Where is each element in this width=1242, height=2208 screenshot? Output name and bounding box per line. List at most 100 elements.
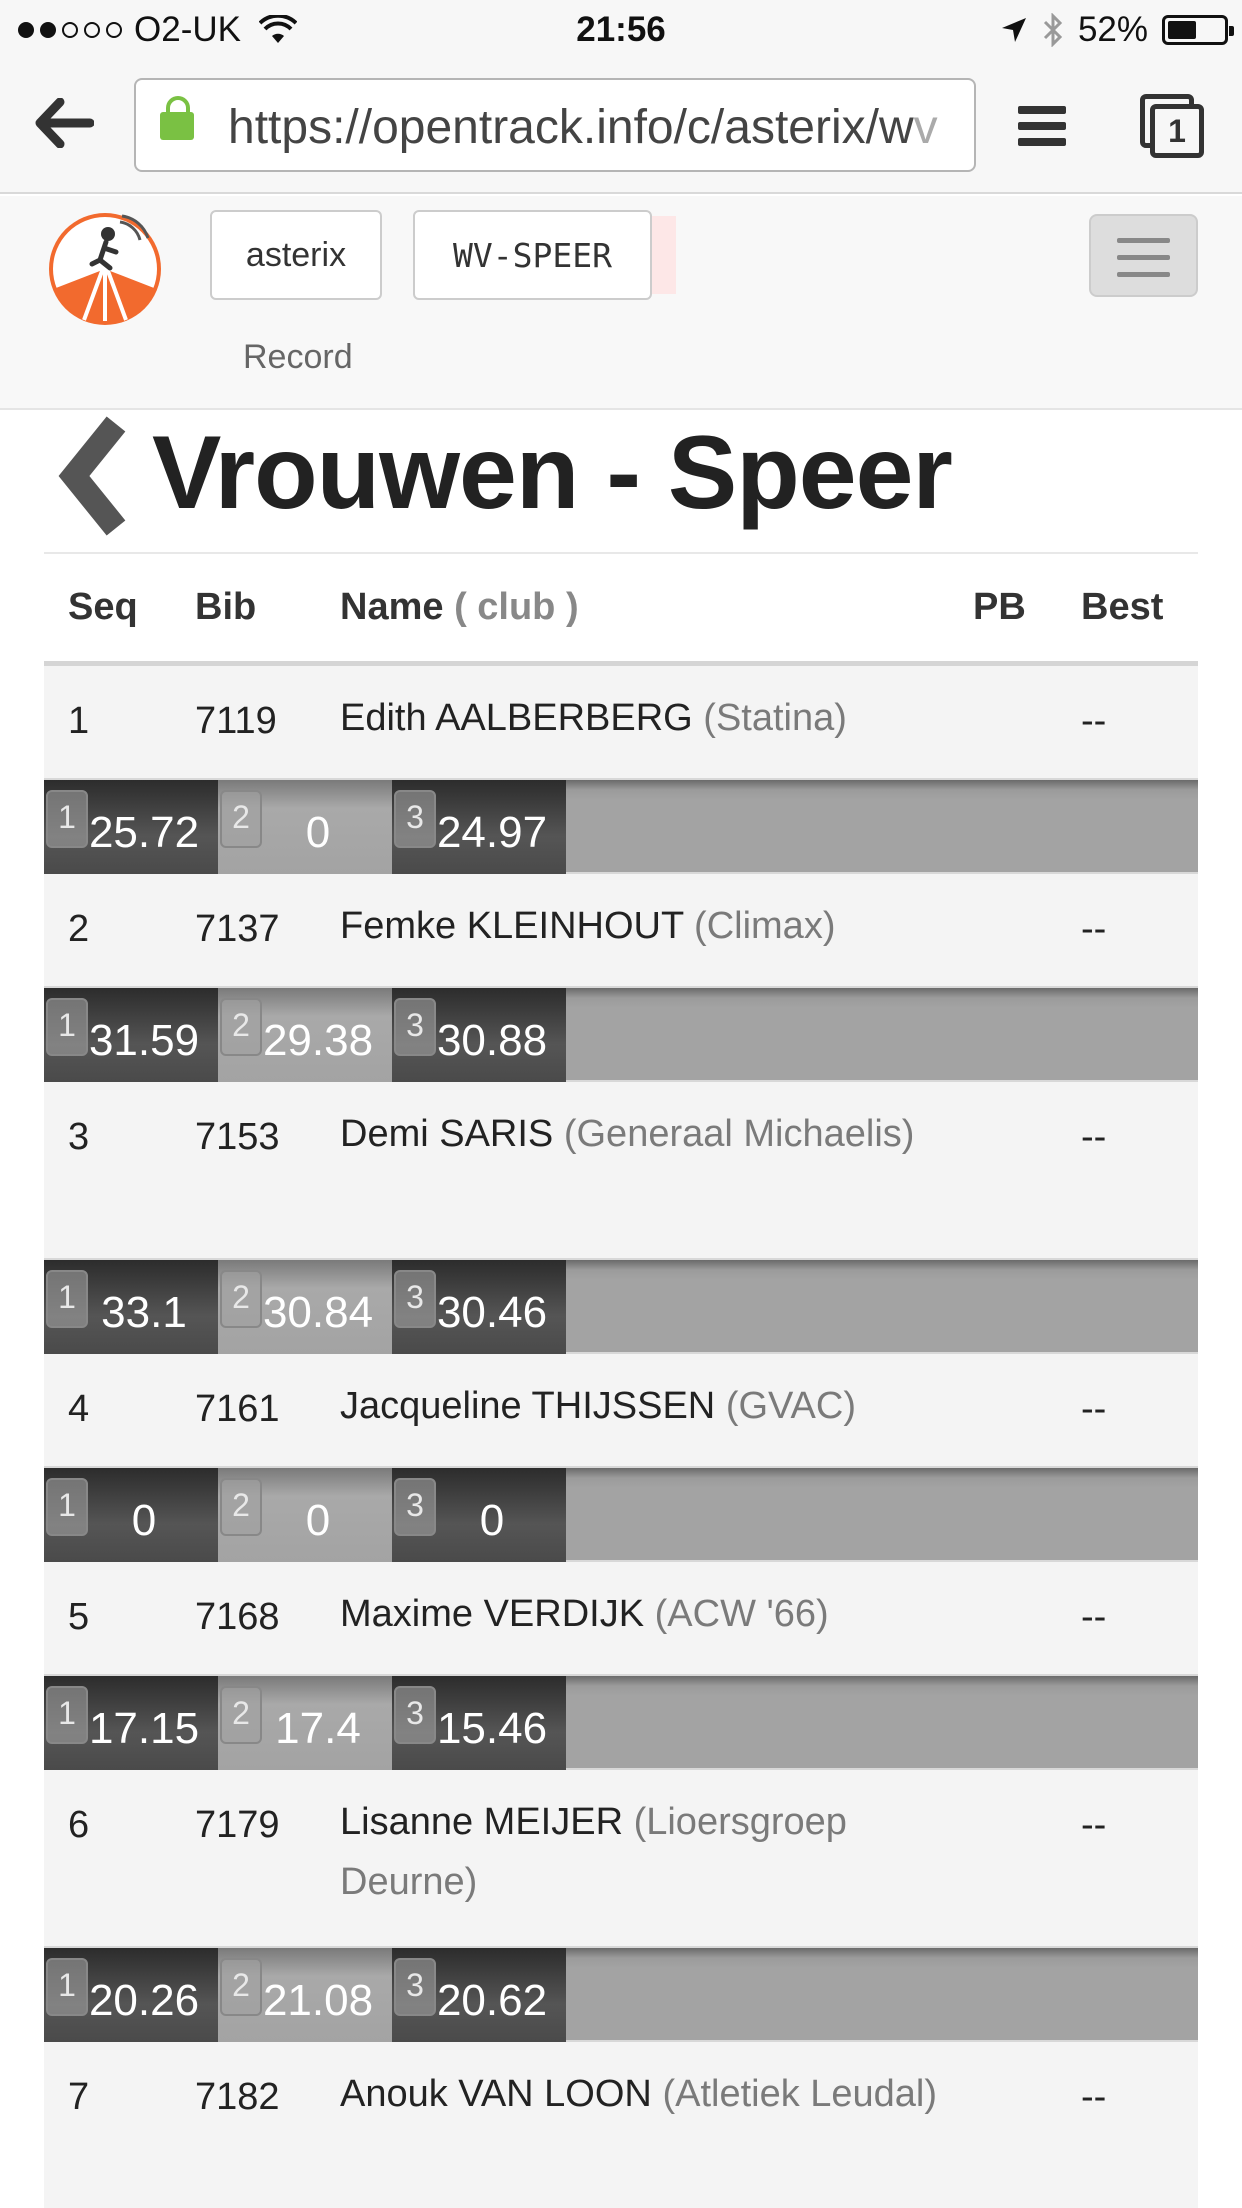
chevron-left-icon[interactable] [54, 416, 144, 536]
athlete-name-cell[interactable]: Anouk VAN LOON (Atletiek Leudal) [340, 2064, 940, 2124]
attempt-cell[interactable]: 1 17.15 [44, 1676, 218, 1770]
athlete-name-cell[interactable]: Lisanne MEIJER (Lioersgroep Deurne) [340, 1792, 940, 1912]
attempt-cell[interactable]: 20 [218, 1468, 392, 1562]
column-header-pb[interactable]: PB [973, 586, 1026, 629]
attempt-value: 24.97 [436, 808, 548, 857]
column-header-name[interactable]: Name ( club ) [340, 586, 579, 629]
seq-cell: 6 [68, 1804, 90, 1846]
event-button[interactable]: WV-SPEER [413, 210, 652, 300]
attempt-cell[interactable]: 2 17.4 [218, 1676, 392, 1770]
column-header-best[interactable]: Best [1081, 586, 1163, 629]
attempt-value: 0 [305, 1496, 331, 1545]
bib-cell: 7137 [195, 908, 280, 950]
attempt-value: 0 [131, 1496, 157, 1545]
attempt-value: 29.38 [262, 1016, 374, 1065]
attempt-cell[interactable]: 1 20.26 [44, 1948, 218, 2042]
best-cell: -- [1081, 2076, 1107, 2118]
attempts-row: 1 20.26 2 21.08 3 20.62 [44, 1946, 1198, 2042]
attempt-cell[interactable]: 1 33.1 [44, 1260, 218, 1354]
table-row[interactable]: 7 7182 -- Anouk VAN LOON (Atletiek Leudal) [44, 2042, 1198, 2208]
athlete-name: Demi SARIS [340, 1113, 554, 1155]
tab-count: 1 [1150, 104, 1204, 158]
attempt-cell[interactable]: 2 30.84 [218, 1260, 392, 1354]
seq-cell: 1 [68, 700, 90, 742]
best-cell: -- [1081, 1804, 1107, 1846]
athlete-name: Lisanne MEIJER [340, 1801, 624, 1843]
battery-icon [1162, 15, 1234, 45]
attempt-cell[interactable]: 2 29.38 [218, 988, 392, 1082]
record-link[interactable]: Record [243, 338, 353, 377]
table-row[interactable]: 3 7153 -- Demi SARIS (Generaal Michaelis) [44, 1082, 1198, 1258]
athlete-name: Jacqueline THIJSSEN [340, 1385, 716, 1427]
bib-cell: 7179 [195, 1804, 280, 1846]
attempt-value: 25.72 [88, 808, 200, 857]
athlete-name-cell[interactable]: Edith AALBERBERG (Statina) [340, 688, 940, 748]
athlete-name-cell[interactable]: Femke KLEINHOUT (Climax) [340, 896, 940, 956]
competition-button[interactable]: asterix [210, 210, 382, 300]
address-bar[interactable]: https://opentrack.info/c/asterix/wv [134, 78, 976, 172]
url-text: https://opentrack.info/c/asterix/wv [228, 101, 938, 154]
results-table-body: 1 7119 -- Edith AALBERBERG (Statina) 1 25.72 2… [44, 666, 1198, 2208]
hamburger-icon[interactable] [1089, 214, 1198, 297]
back-arrow-icon[interactable] [34, 97, 95, 158]
attempt-value: 15.46 [436, 1704, 548, 1753]
bib-cell: 7161 [195, 1388, 280, 1430]
attempts-row: 1 25.72 2 0 3 24.97 [44, 778, 1198, 874]
bib-cell: 7168 [195, 1596, 280, 1638]
attempt-value: 21.08 [262, 1976, 374, 2025]
athlete-club: (Statina) [703, 697, 847, 739]
athlete-name: Edith AALBERBERG [340, 697, 693, 739]
attempt-cell[interactable]: 3 20.62 [392, 1948, 566, 2042]
attempt-cell[interactable]: 1 31.59 [44, 988, 218, 1082]
best-cell: -- [1081, 908, 1107, 950]
athlete-name: Maxime VERDIJK [340, 1593, 645, 1635]
attempt-cell[interactable]: 10 [44, 1468, 218, 1562]
attempt-cell[interactable]: 3 30.88 [392, 988, 566, 1082]
menu-icon[interactable] [1018, 106, 1066, 146]
table-row[interactable]: 5 7168 -- Maxime VERDIJK (ACW '66) [44, 1562, 1198, 1674]
table-row[interactable]: 2 7137 -- Femke KLEINHOUT (Climax) [44, 874, 1198, 986]
column-header-seq[interactable]: Seq [68, 586, 138, 629]
athlete-name-cell[interactable]: Jacqueline THIJSSEN (GVAC) [340, 1376, 940, 1436]
attempt-cell[interactable]: 1 25.72 [44, 780, 218, 874]
column-header-bib[interactable]: Bib [195, 586, 256, 629]
attempts-row: 1 31.59 2 29.38 3 30.88 [44, 986, 1198, 1082]
athlete-name: Femke KLEINHOUT [340, 905, 684, 947]
attempt-cell[interactable]: 30 [392, 1468, 566, 1562]
attempt-value: 20.62 [436, 1976, 548, 2025]
table-row[interactable]: 1 7119 -- Edith AALBERBERG (Statina) [44, 666, 1198, 778]
table-header: Seq Bib Name ( club ) PB Best [44, 556, 1198, 666]
bluetooth-icon [1043, 13, 1063, 47]
table-row[interactable]: 4 7161 -- Jacqueline THIJSSEN (GVAC) [44, 1354, 1198, 1466]
athlete-name-cell[interactable]: Maxime VERDIJK (ACW '66) [340, 1584, 940, 1644]
attempt-cell[interactable]: 3 15.46 [392, 1676, 566, 1770]
attempt-cell[interactable]: 20 [218, 780, 392, 874]
attempt-value: 30.46 [436, 1288, 548, 1337]
attempt-value: 0 [479, 1496, 505, 1545]
attempts-row: 102030 [44, 1466, 1198, 1562]
bib-cell: 7182 [195, 2076, 280, 2118]
best-cell: -- [1081, 700, 1107, 742]
best-cell: -- [1081, 1116, 1107, 1158]
best-cell: -- [1081, 1388, 1107, 1430]
page-title: Vrouwen - Speer [152, 415, 953, 531]
attempt-value: 30.88 [436, 1016, 548, 1065]
location-arrow-icon [1001, 18, 1026, 42]
tabs-icon[interactable]: 1 [1140, 94, 1204, 158]
attempts-row: 1 33.1 2 30.84 3 30.46 [44, 1258, 1198, 1354]
attempts-row: 1 17.15 2 17.4 3 15.46 [44, 1674, 1198, 1770]
athlete-name: Anouk VAN LOON [340, 2073, 652, 2115]
attempt-value: 17.4 [275, 1704, 361, 1753]
attempt-cell[interactable]: 3 30.46 [392, 1260, 566, 1354]
attempt-value: 17.15 [88, 1704, 200, 1753]
athlete-club: (Climax) [694, 905, 836, 947]
athlete-club: (Generaal Michaelis) [563, 1113, 915, 1155]
athlete-name-cell[interactable]: Demi SARIS (Generaal Michaelis) [340, 1104, 940, 1164]
attempt-value: 31.59 [88, 1016, 200, 1065]
table-row[interactable]: 6 7179 -- Lisanne MEIJER (Lioersgroep Deurn… [44, 1770, 1198, 1946]
seq-cell: 2 [68, 908, 90, 950]
attempt-cell[interactable]: 3 24.97 [392, 780, 566, 874]
bib-cell: 7119 [195, 700, 277, 742]
opentrack-logo[interactable] [44, 208, 166, 330]
attempt-cell[interactable]: 2 21.08 [218, 1948, 392, 2042]
